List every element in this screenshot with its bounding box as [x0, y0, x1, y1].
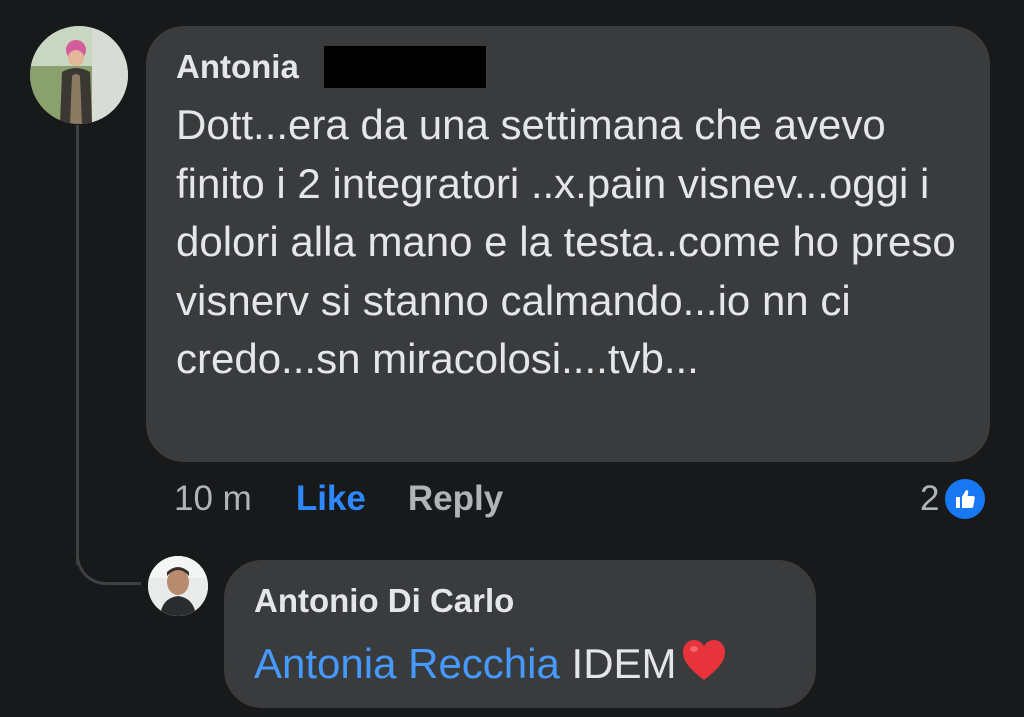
like-reaction-icon — [943, 477, 988, 521]
comment-bubble: Antonia Dott...era da una settimana che … — [146, 26, 990, 462]
comment-author[interactable]: Antonia — [176, 48, 299, 86]
comment-time[interactable]: 10 m — [174, 479, 252, 519]
avatar-photo — [30, 26, 128, 124]
reply-bubble: Antonio Di Carlo Antonia Recchia IDEM — [224, 560, 816, 708]
reply-text-body: IDEM — [571, 640, 677, 687]
redacted-name — [324, 46, 486, 88]
avatar[interactable] — [30, 26, 128, 124]
thread-connector — [76, 520, 141, 585]
red-heart-icon — [681, 638, 727, 692]
reaction-count: 2 — [920, 479, 940, 518]
mention-link[interactable]: Antonia Recchia — [254, 640, 560, 687]
reaction-summary[interactable]: 2 — [920, 474, 988, 524]
comment-text: Dott...era da una settimana che avevo fi… — [176, 101, 956, 382]
reply-avatar[interactable] — [148, 556, 208, 616]
comment-actions: 10 m Like Reply — [174, 474, 503, 524]
reply-author[interactable]: Antonio Di Carlo — [254, 582, 514, 620]
reply-avatar-photo — [148, 556, 208, 616]
reply-text: Antonia Recchia IDEM — [254, 638, 727, 692]
like-button[interactable]: Like — [296, 479, 366, 519]
reply-button[interactable]: Reply — [408, 479, 503, 519]
thread-line — [76, 125, 79, 565]
